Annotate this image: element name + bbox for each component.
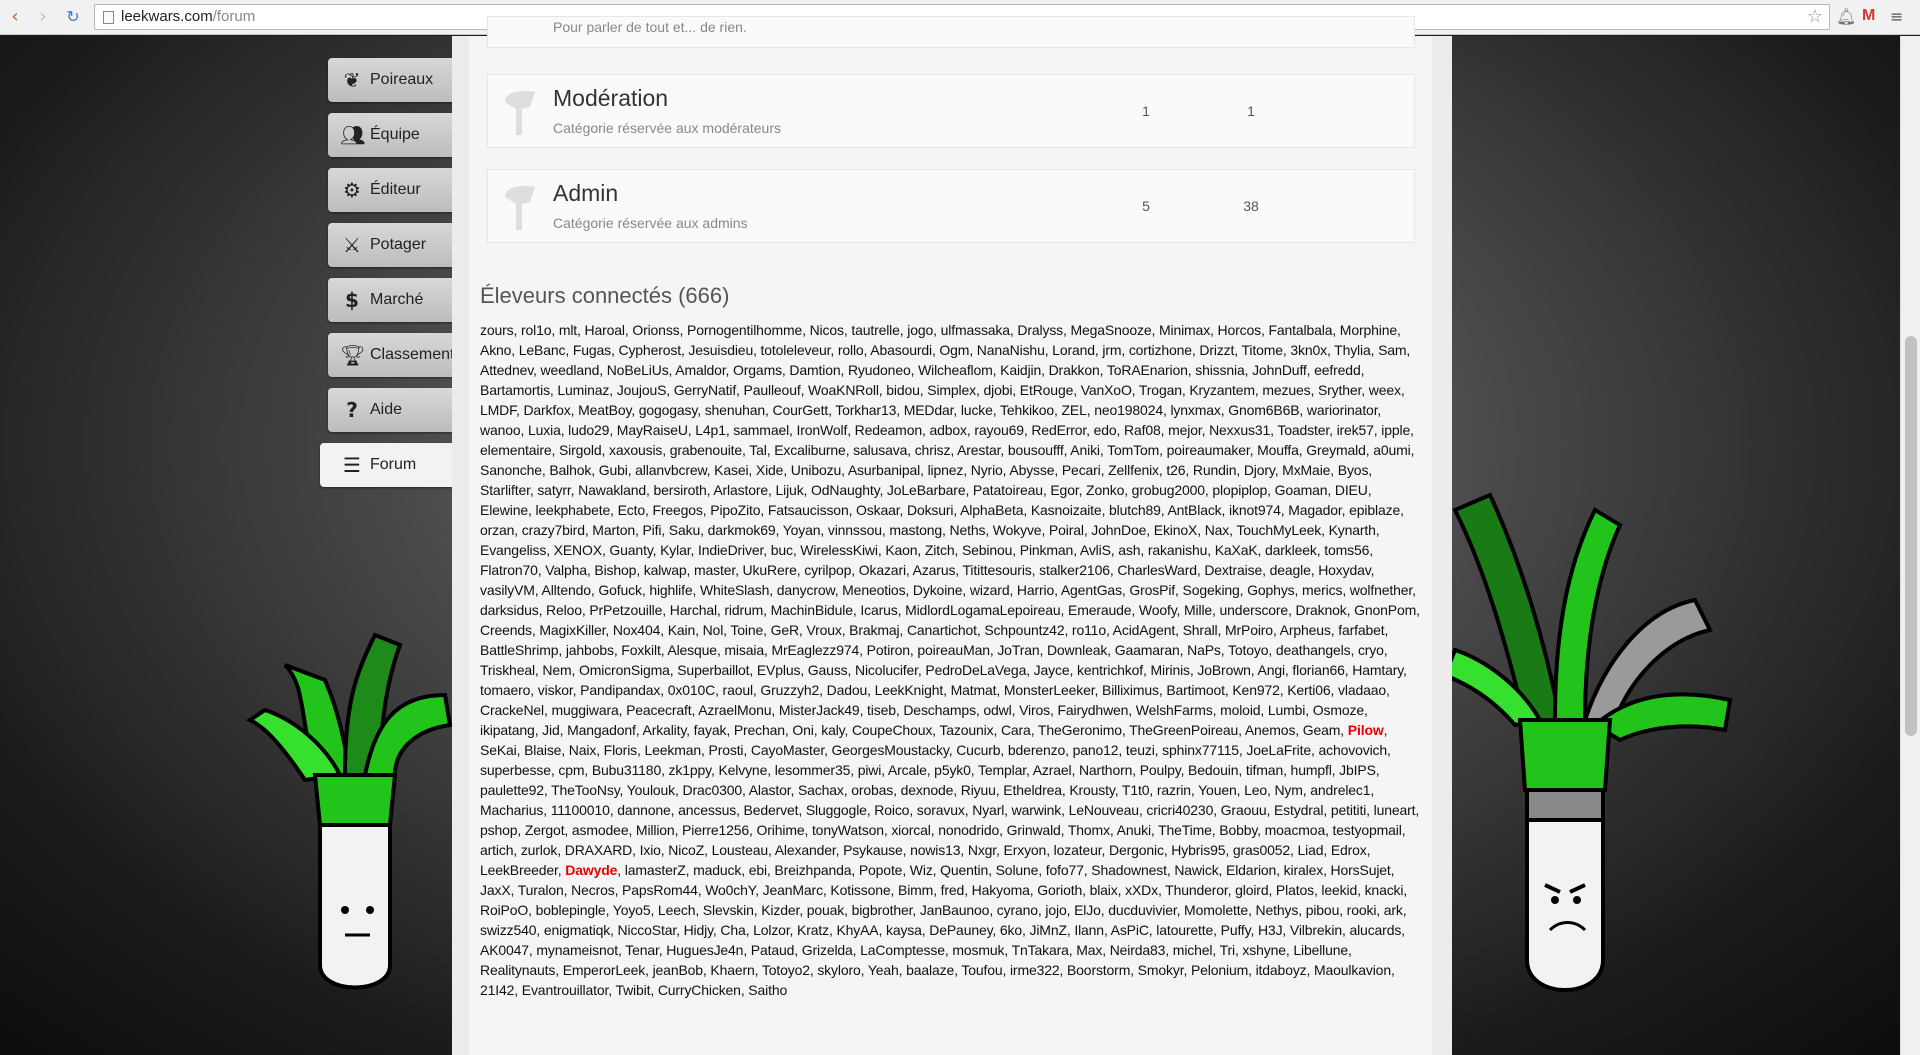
menu-label: Équipe xyxy=(370,126,420,143)
menu-item-editeur[interactable]: ⚙ Éditeur xyxy=(328,168,452,212)
category-message-count: 1 xyxy=(1247,103,1255,119)
list-icon: ☰ xyxy=(343,453,361,477)
menu-item-poireaux[interactable]: ❦ Poireaux xyxy=(328,58,452,102)
category-description: Catégorie réservée aux modérateurs xyxy=(553,120,782,136)
chrome-menu-icon[interactable]: ≡ xyxy=(1890,7,1903,26)
gmail-icon[interactable]: M xyxy=(1862,7,1875,25)
menu-label: Potager xyxy=(370,236,427,253)
online-names[interactable]: , lamasterZ, maduck, ebi, Breizhpanda, P… xyxy=(480,862,1407,998)
forum-content: Pour parler de tout et... de rien. Modér… xyxy=(469,16,1432,1055)
reload-icon[interactable]: ↻ xyxy=(62,6,84,28)
menu-item-aide[interactable]: ? Aide xyxy=(328,388,452,432)
category-topic-count: 5 xyxy=(1142,198,1150,214)
menu-label: Forum xyxy=(370,456,417,473)
scrollbar-thumb[interactable] xyxy=(1905,336,1917,736)
category-description: Catégorie réservée aux admins xyxy=(553,215,748,231)
swords-icon: ⚔ xyxy=(343,233,361,257)
menu-item-forum[interactable]: ☰ Forum xyxy=(320,443,452,487)
page-icon xyxy=(103,11,114,24)
menu-label: Éditeur xyxy=(370,181,421,198)
menu-label: Poireaux xyxy=(370,71,434,88)
back-button[interactable]: ‹ xyxy=(4,6,26,28)
url-path: /forum xyxy=(212,8,256,25)
menu-item-marche[interactable]: $ Marché xyxy=(328,278,452,322)
online-breeders-title: Éleveurs connectés (666) xyxy=(480,283,730,308)
leek-mascot-right-icon xyxy=(1445,492,1733,992)
main-menu: ❦ Poireaux 👥︎ Équipe ⚙ Éditeur ⚔ Potager… xyxy=(320,58,452,498)
category-leek-icon xyxy=(505,185,535,230)
leek-icon: ❦ xyxy=(343,68,361,92)
forum-category-row[interactable]: Modération Catégorie réservée aux modéra… xyxy=(487,74,1415,148)
menu-label: Classement xyxy=(370,346,452,363)
category-topic-count: 1 xyxy=(1142,103,1150,119)
category-title[interactable]: Admin xyxy=(553,180,618,207)
bell-icon[interactable]: 🔔︎ xyxy=(1836,7,1856,26)
online-names[interactable]: zours, rol1o, mlt, Haroal, Orionss, Porn… xyxy=(480,322,1420,738)
forum-category-row[interactable]: Pour parler de tout et... de rien. xyxy=(487,16,1415,48)
moderator-name-link[interactable]: Pilow xyxy=(1348,722,1384,738)
category-description: Pour parler de tout et... de rien. xyxy=(553,19,747,35)
forum-category-row[interactable]: Admin Catégorie réservée aux admins 5 38 xyxy=(487,169,1415,243)
online-breeders-list: zours, rol1o, mlt, Haroal, Orionss, Porn… xyxy=(480,320,1423,1000)
gear-icon: ⚙ xyxy=(343,178,361,202)
category-title[interactable]: Modération xyxy=(553,85,668,112)
team-icon: 👥︎ xyxy=(340,123,366,147)
main-panel: Pour parler de tout et... de rien. Modér… xyxy=(452,16,1452,1055)
menu-label: Marché xyxy=(370,291,424,308)
dollar-icon: $ xyxy=(345,288,359,312)
online-names[interactable]: , SeKai, Blaise, Naix, Floris, Leekman, … xyxy=(480,722,1419,878)
moderator-name-link[interactable]: Dawyde xyxy=(565,862,617,878)
url-host: leekwars.com xyxy=(121,8,213,25)
bookmark-star-icon[interactable]: ☆ xyxy=(1807,5,1823,29)
page-scrollbar[interactable] xyxy=(1900,36,1920,1055)
menu-item-equipe[interactable]: 👥︎ Équipe xyxy=(328,113,452,157)
leek-mascot-left-icon xyxy=(246,632,453,990)
category-leek-icon xyxy=(505,90,535,135)
menu-item-classement[interactable]: 🏆︎ Classement xyxy=(328,333,452,377)
menu-item-potager[interactable]: ⚔ Potager xyxy=(328,223,452,267)
question-icon: ? xyxy=(346,398,358,422)
menu-label: Aide xyxy=(370,401,403,418)
trophy-icon: 🏆︎ xyxy=(340,343,366,367)
category-message-count: 38 xyxy=(1243,198,1259,214)
forward-button[interactable]: › xyxy=(32,6,54,28)
